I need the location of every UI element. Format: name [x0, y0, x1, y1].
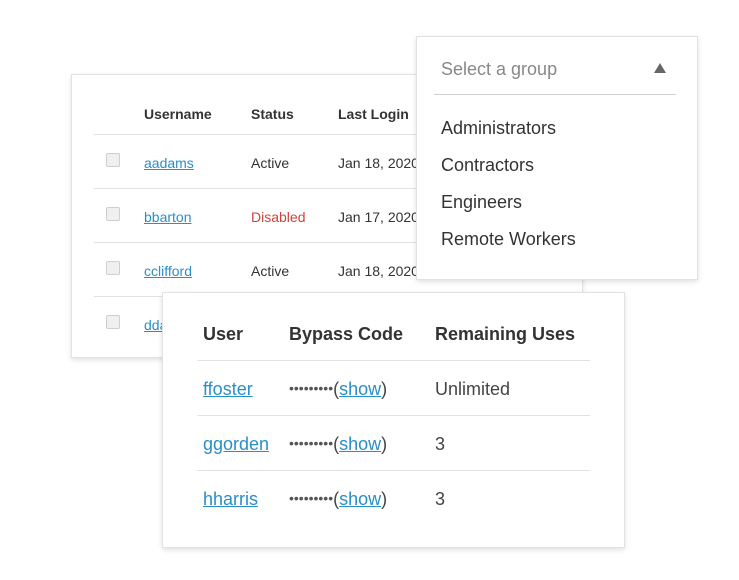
username-link[interactable]: aadams [144, 155, 194, 171]
paren-close: ) [381, 489, 388, 509]
column-header-username[interactable]: Username [144, 106, 212, 122]
status-text: Active [251, 155, 290, 171]
show-code-link[interactable]: show [339, 489, 381, 509]
row-checkbox[interactable] [106, 153, 120, 167]
masked-code: ••••••••• [289, 490, 334, 506]
group-option-administrators[interactable]: Administrators [441, 118, 556, 139]
remaining-uses-text: 3 [435, 489, 446, 509]
row-checkbox[interactable] [106, 315, 120, 329]
table-row: ggorden •••••••••(show) 3 [197, 416, 590, 471]
show-code-link[interactable]: show [339, 379, 381, 399]
status-text: Disabled [251, 209, 306, 225]
masked-code: ••••••••• [289, 435, 334, 451]
group-option-contractors[interactable]: Contractors [441, 155, 534, 176]
masked-code: ••••••••• [289, 380, 334, 396]
column-header-last-login[interactable]: Last Login [338, 106, 409, 122]
username-link[interactable]: bbarton [144, 209, 191, 225]
row-checkbox[interactable] [106, 207, 120, 221]
group-select-dropdown: Select a group Administrators Contractor… [416, 36, 698, 280]
remaining-uses-text: Unlimited [435, 379, 511, 399]
show-code-link[interactable]: show [339, 434, 381, 454]
user-link[interactable]: hharris [203, 489, 258, 510]
column-header-status[interactable]: Status [251, 106, 294, 122]
bypass-code-cell: •••••••••(show) [289, 489, 387, 510]
username-link[interactable]: cclifford [144, 263, 192, 279]
bypass-code-cell: •••••••••(show) [289, 379, 387, 400]
last-login-text: Jan 18, 2020 [338, 155, 419, 171]
column-header-bypass-code: Bypass Code [289, 324, 404, 344]
group-option-remote-workers[interactable]: Remote Workers [441, 229, 576, 250]
status-text: Active [251, 263, 290, 279]
table-row: ffoster •••••••••(show) Unlimited [197, 361, 590, 416]
last-login-text: Jan 17, 2020 [338, 209, 419, 225]
table-row: hharris •••••••••(show) 3 [197, 471, 590, 526]
bypass-codes-card: User Bypass Code Remaining Uses ffoster … [162, 292, 625, 548]
last-login-text: Jan 18, 2020 [338, 263, 419, 279]
group-option-engineers[interactable]: Engineers [441, 192, 522, 213]
paren-close: ) [381, 434, 388, 454]
remaining-uses-text: 3 [435, 434, 446, 454]
bypass-table-header: User Bypass Code Remaining Uses [197, 293, 590, 361]
column-header-user: User [203, 324, 244, 344]
column-header-remaining-uses: Remaining Uses [435, 324, 576, 344]
paren-close: ) [381, 379, 388, 399]
user-link[interactable]: ggorden [203, 434, 269, 455]
bypass-code-cell: •••••••••(show) [289, 434, 387, 455]
caret-up-icon[interactable] [654, 63, 666, 73]
row-checkbox[interactable] [106, 261, 120, 275]
group-select-placeholder: Select a group [441, 59, 558, 79]
group-select[interactable]: Select a group [434, 37, 676, 95]
user-link[interactable]: ffoster [203, 379, 253, 400]
